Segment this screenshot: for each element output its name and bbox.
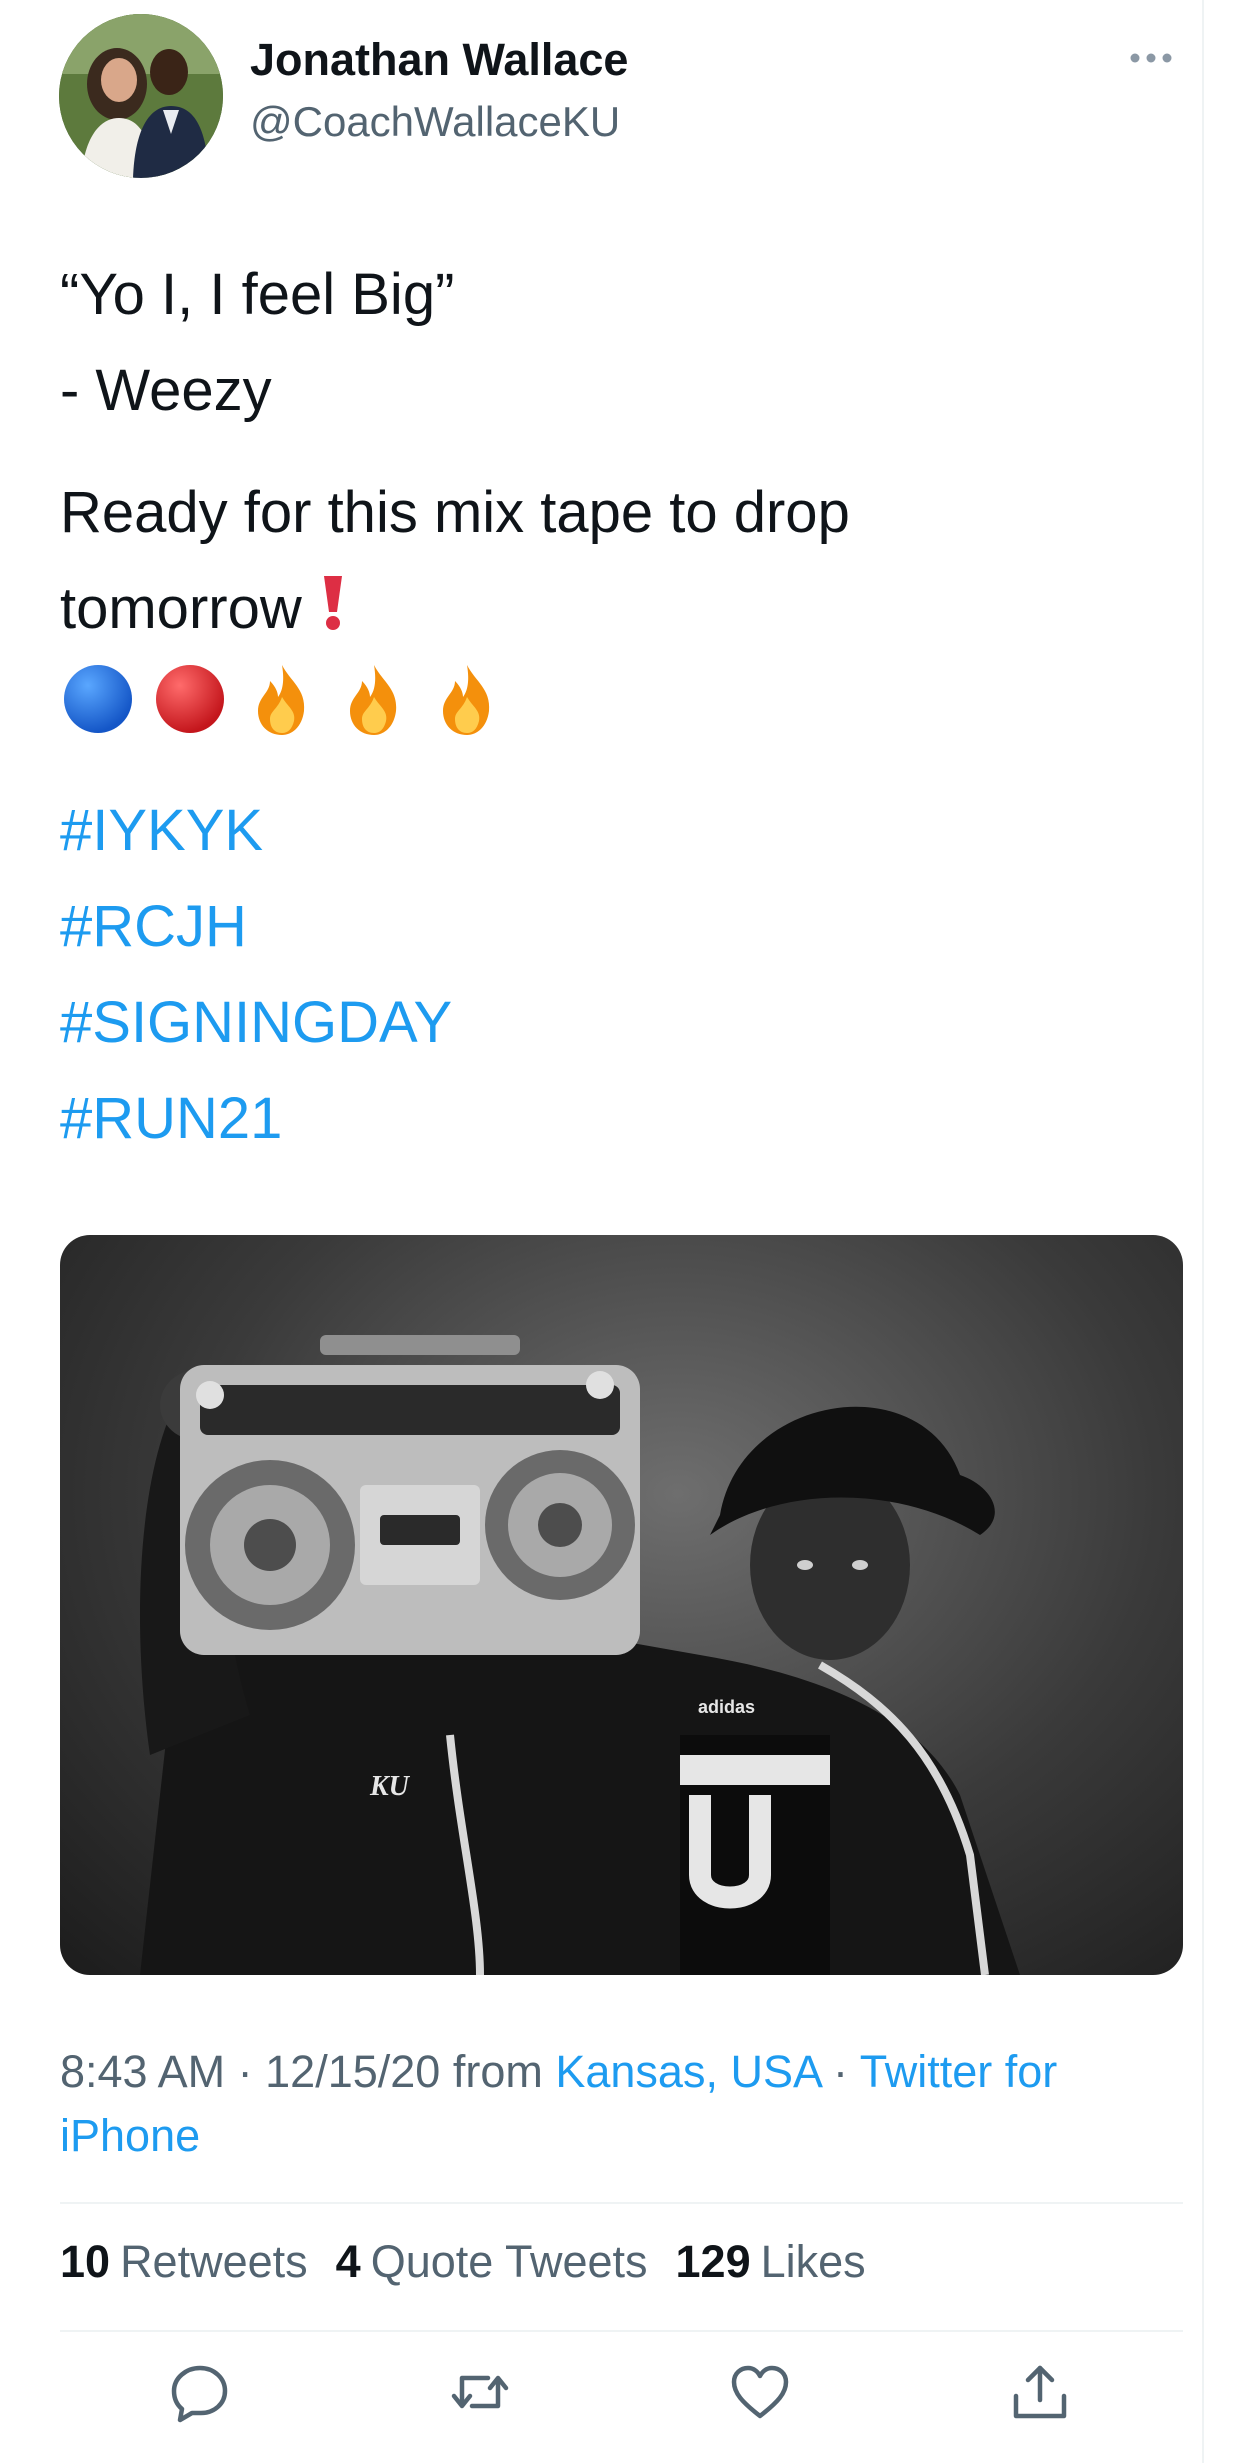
- reply-icon[interactable]: [168, 2360, 232, 2424]
- share-icon[interactable]: [1008, 2360, 1072, 2424]
- photo-man-with-boombox-icon: KU adidas: [140, 1335, 1020, 1975]
- retweets-stat[interactable]: 10 Retweets: [60, 2236, 308, 2288]
- engagement-stats: 10 Retweets 4 Quote Tweets 129 Likes: [60, 2236, 866, 2288]
- separator: ·: [833, 2046, 849, 2097]
- tweet-date: 12/15/20: [265, 2046, 441, 2097]
- tweet-line: “Yo I, I feel Big”: [60, 262, 455, 327]
- like-icon[interactable]: [728, 2360, 792, 2424]
- tweet-detail-card: Jonathan Wallace @CoachWallaceKU “Yo I, …: [0, 0, 1204, 2463]
- hashtag-link[interactable]: #SIGNINGDAY: [60, 975, 1170, 1071]
- divider: [60, 2330, 1183, 2332]
- fire-emoji-icon: [429, 661, 505, 766]
- tweet-line-with-emoji: tomorrow: [60, 561, 1170, 661]
- retweet-icon[interactable]: [448, 2360, 512, 2424]
- avatar[interactable]: [59, 14, 223, 178]
- red-circle-emoji-icon: [152, 661, 228, 766]
- quote-tweets-stat[interactable]: 4 Quote Tweets: [336, 2236, 648, 2288]
- client-link-continued[interactable]: iPhone: [60, 2110, 200, 2161]
- retweets-label: Retweets: [120, 2236, 308, 2287]
- more-options-icon[interactable]: [1128, 48, 1174, 68]
- likes-label: Likes: [760, 2236, 866, 2287]
- exclamation-emoji-icon: [318, 565, 348, 661]
- likes-stat[interactable]: 129 Likes: [676, 2236, 866, 2288]
- tweet-photo[interactable]: KU adidas: [60, 1235, 1183, 1975]
- separator: ·: [237, 2046, 253, 2097]
- from-label: from: [452, 2046, 543, 2097]
- tweet-time: 8:43 AM: [60, 2046, 226, 2097]
- tweet-metadata: 8:43 AM · 12/15/20 from Kansas, USA · Tw…: [60, 2040, 1170, 2168]
- divider: [60, 2202, 1183, 2204]
- author-name[interactable]: Jonathan Wallace: [250, 34, 628, 86]
- tweet-text: “Yo I, I feel Big” - Weezy Ready for thi…: [60, 247, 1170, 1167]
- fire-emoji-icon: [336, 661, 412, 766]
- tweet-line: - Weezy: [60, 358, 272, 423]
- client-link[interactable]: Twitter for: [860, 2046, 1058, 2097]
- emoji-row: [60, 661, 1170, 757]
- couple-photo-avatar-icon: [59, 14, 223, 178]
- fire-emoji-icon: [244, 661, 320, 766]
- likes-count: 129: [675, 2236, 751, 2287]
- author-handle[interactable]: @CoachWallaceKU: [250, 98, 620, 146]
- ku-logo: KU: [369, 1771, 411, 1802]
- hashtag-link[interactable]: #RUN21: [60, 1071, 1170, 1167]
- adidas-logo: adidas: [698, 1697, 755, 1717]
- location-link[interactable]: Kansas, USA: [555, 2046, 820, 2097]
- quote-tweets-label: Quote Tweets: [370, 2236, 648, 2287]
- retweets-count: 10: [60, 2236, 111, 2287]
- tweet-line: tomorrow: [60, 576, 302, 641]
- hashtag-link[interactable]: #RCJH: [60, 879, 1170, 975]
- blue-circle-emoji-icon: [60, 661, 136, 766]
- action-bar: [0, 2360, 1202, 2440]
- hashtag-link[interactable]: #IYKYK: [60, 783, 1170, 879]
- tweet-line: Ready for this mix tape to drop: [60, 480, 850, 545]
- quote-tweets-count: 4: [335, 2236, 361, 2287]
